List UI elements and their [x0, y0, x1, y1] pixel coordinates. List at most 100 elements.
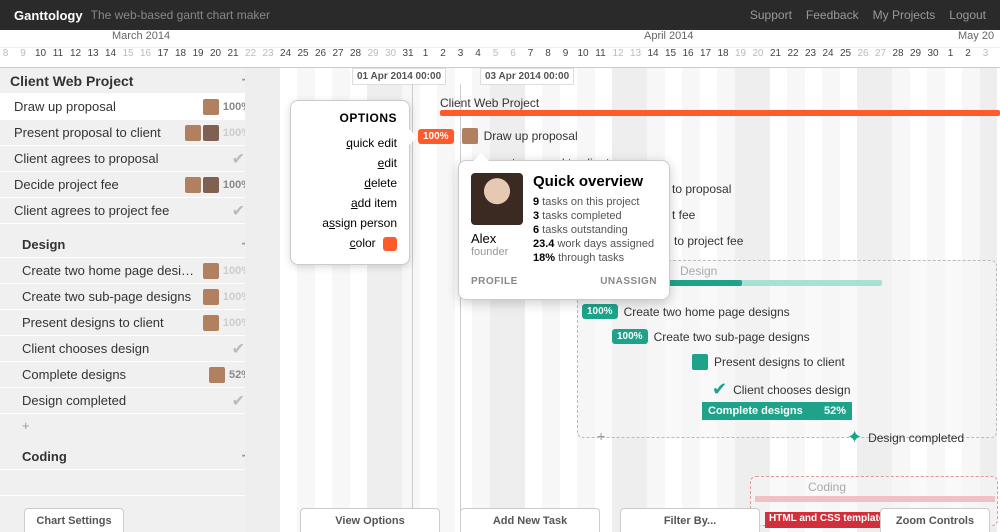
task-row[interactable]: Create two home page designs100% [0, 258, 261, 284]
options-popup: OPTIONS quick edit edit delete add item … [290, 100, 410, 265]
day-number: 23 [261, 48, 276, 59]
person-photo [471, 173, 523, 225]
task-row[interactable]: Design completed✔ [0, 388, 261, 414]
task-row[interactable]: Client chooses design✔ [0, 336, 261, 362]
gantt-task-label: Draw up proposal [484, 129, 578, 143]
day-number: 14 [103, 48, 118, 59]
brand: Ganttology [14, 8, 83, 23]
avatar-icon [209, 367, 225, 383]
day-number: 12 [68, 48, 83, 59]
gantt-task[interactable]: ✔Client chooses design [712, 379, 851, 400]
task-label: Present designs to client [22, 315, 201, 330]
add-new-task-button[interactable]: Add New Task [460, 508, 600, 532]
day-number: 19 [191, 48, 206, 59]
star-check-icon: ✔ [712, 379, 727, 400]
task-row-proposal[interactable]: Draw up proposal 100% [0, 94, 261, 120]
day-number: 11 [593, 48, 608, 59]
gantt-task[interactable]: Present designs to client [692, 354, 845, 370]
add-task-row[interactable]: + [0, 414, 261, 436]
nav-logout[interactable]: Logout [949, 8, 986, 22]
nav-projects[interactable]: My Projects [873, 8, 936, 22]
sidebar: Client Web Project − Draw up proposal 10… [0, 68, 262, 532]
day-number: 24 [821, 48, 836, 59]
task-row-present[interactable]: Present proposal to client 100% [0, 120, 261, 146]
month-row: March 2014 April 2014 May 20 [0, 30, 1000, 48]
avatar-icon [203, 99, 219, 115]
day-number: 30 [383, 48, 398, 59]
gantt-project-bar[interactable] [440, 110, 1000, 116]
project-header[interactable]: Client Web Project − [0, 68, 261, 94]
gantt-task[interactable]: t fee [672, 208, 695, 222]
day-number: 16 [138, 48, 153, 59]
option-assign-person[interactable]: assign person [303, 213, 397, 233]
gantt-task[interactable]: ✦Design completed [847, 427, 964, 448]
marker-line [412, 84, 413, 532]
task-row[interactable]: Create two sub-page designs100% [0, 284, 261, 310]
person-role: founder [471, 246, 523, 258]
day-number: 1 [943, 48, 958, 59]
task-row[interactable]: plates [0, 470, 261, 496]
day-number: 17 [156, 48, 171, 59]
option-color[interactable]: color [303, 233, 397, 254]
day-number: 21 [226, 48, 241, 59]
pct-badge: 100% [612, 329, 648, 344]
zoom-controls-button[interactable]: Zoom Controls [880, 508, 990, 532]
task-row[interactable]: Present designs to client100% [0, 310, 261, 336]
task-label: Present proposal to client [14, 125, 183, 140]
option-delete[interactable]: delete [303, 173, 397, 193]
month-march: March 2014 [112, 30, 170, 42]
gantt-task-bar[interactable]: Complete designs52% [702, 402, 852, 420]
stat-line: 23.4 work days assigned [533, 238, 657, 250]
task-row-fee[interactable]: Decide project fee 100% [0, 172, 261, 198]
gantt-group-bar [755, 496, 995, 502]
day-number: 3 [978, 48, 993, 59]
task-row-agree-fee[interactable]: Client agrees to project fee ✔ [0, 198, 261, 224]
task-row[interactable]: Complete designs52% [0, 362, 261, 388]
popup-arrow [473, 153, 489, 161]
day-number: 2 [961, 48, 976, 59]
day-number: 11 [51, 48, 66, 59]
gantt-task[interactable]: to project fee [674, 234, 743, 248]
task-label: Client agrees to project fee [14, 203, 232, 218]
day-number: 8 [0, 48, 13, 59]
avatar-icon [203, 177, 219, 193]
day-number: 14 [646, 48, 661, 59]
chart-settings-button[interactable]: Chart Settings [24, 508, 124, 532]
group-coding[interactable]: Coding − [0, 444, 261, 470]
gantt-task[interactable]: 100% Draw up proposal [418, 128, 578, 144]
gantt-task[interactable]: 100%Create two home page designs [582, 304, 790, 319]
gantt-group-label: Coding [808, 480, 846, 494]
gantt-task[interactable]: to proposal [672, 182, 731, 196]
group-design[interactable]: Design − [0, 232, 261, 258]
view-options-button[interactable]: View Options [300, 508, 440, 532]
profile-link[interactable]: PROFILE [471, 276, 518, 287]
option-edit[interactable]: edit [303, 153, 397, 173]
nav-support[interactable]: Support [750, 8, 792, 22]
avatar-icon [203, 315, 219, 331]
task-label: Create two sub-page designs [22, 289, 201, 304]
day-number: 7 [523, 48, 538, 59]
card-title: Quick overview [533, 173, 657, 190]
avatar-icon [462, 128, 478, 144]
task-label: Decide project fee [14, 177, 183, 192]
day-number: 5 [488, 48, 503, 59]
filter-by-button[interactable]: Filter By... [620, 508, 760, 532]
quick-overview-card: Alex founder Quick overview 9 tasks on t… [458, 160, 670, 300]
tagline: The web-based gantt chart maker [91, 8, 270, 22]
task-row-agree[interactable]: Client agrees to proposal ✔ [0, 146, 261, 172]
gantt-task[interactable]: 100%Create two sub-page designs [612, 329, 810, 344]
add-task-inline[interactable]: + [597, 428, 605, 444]
unassign-link[interactable]: UNASSIGN [600, 276, 657, 287]
stat-line: 6 tasks outstanding [533, 224, 657, 236]
task-label: Design completed [22, 393, 232, 408]
check-icon: ✔ [232, 149, 245, 169]
option-add-item[interactable]: add item [303, 193, 397, 213]
day-number: 10 [33, 48, 48, 59]
marker-line [460, 84, 461, 532]
avatar-icon [185, 125, 201, 141]
stat-line: 9 tasks on this project [533, 196, 657, 208]
nav-feedback[interactable]: Feedback [806, 8, 859, 22]
option-quick-edit[interactable]: quick edit [303, 133, 397, 153]
group-label: Coding [22, 449, 242, 464]
day-number: 3 [453, 48, 468, 59]
